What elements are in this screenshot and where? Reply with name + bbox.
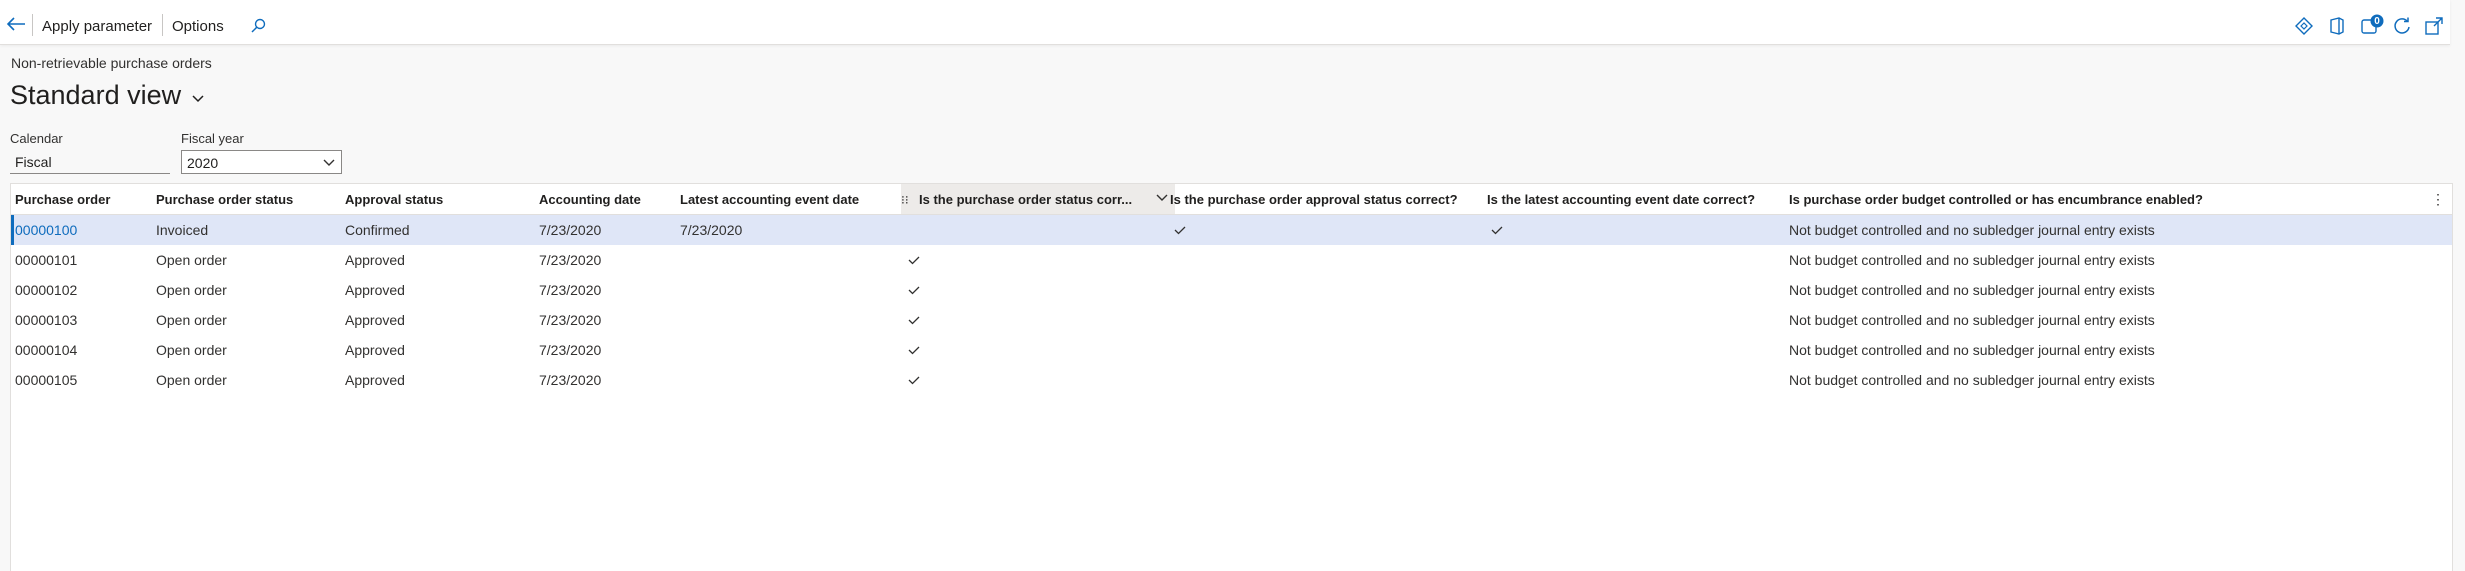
status-correct-check-icon xyxy=(908,346,920,355)
status-correct-check-icon xyxy=(908,256,920,265)
options-button[interactable]: Options xyxy=(172,0,224,44)
column-header-approval-status-correct[interactable]: Is the purchase order approval status co… xyxy=(1170,184,1458,214)
approval-status-correct-check-icon xyxy=(1174,226,1186,235)
approval-status-cell: Approved xyxy=(345,372,405,388)
purchase-order-cell[interactable]: 00000101 xyxy=(15,245,77,275)
table-row[interactable]: 00000102 Open order Approved 7/23/2020 Not b… xyxy=(11,275,2452,305)
column-header-budget-controlled[interactable]: Is purchase order budget controlled or h… xyxy=(1789,184,2203,214)
action-pane: Apply parameter Options 0 xyxy=(0,0,2450,45)
toolbar-divider xyxy=(32,14,33,36)
budget-controlled-cell: Not budget controlled and no subledger j… xyxy=(1789,282,2155,298)
approval-status-cell: Approved xyxy=(345,312,405,328)
arrow-left-icon[interactable] xyxy=(6,16,26,32)
column-header-latest-accounting-event-date[interactable]: Latest accounting event date xyxy=(680,184,859,214)
notification-count-badge: 0 xyxy=(2374,16,2380,27)
purchase-order-cell[interactable]: 00000105 xyxy=(15,365,77,395)
open-in-new-window-icon[interactable] xyxy=(2424,16,2444,36)
purchase-order-status-cell: Open order xyxy=(156,282,227,298)
fiscal-year-value: 2020 xyxy=(187,155,219,171)
office-icon[interactable] xyxy=(2329,17,2345,35)
table-row[interactable]: 00000103 Open order Approved 7/23/2020 Not b… xyxy=(11,305,2452,335)
approval-status-cell: Approved xyxy=(345,282,405,298)
diamond-icon[interactable] xyxy=(2295,17,2313,35)
column-header-purchase-order-status[interactable]: Purchase order status xyxy=(156,184,293,214)
calendar-field[interactable]: Fiscal xyxy=(10,150,170,174)
purchase-order-cell[interactable]: 00000104 xyxy=(15,335,77,365)
purchase-order-status-cell: Open order xyxy=(156,372,227,388)
fiscal-year-dropdown[interactable]: 2020 xyxy=(181,150,342,174)
status-correct-check-icon xyxy=(908,376,920,385)
approval-status-cell: Approved xyxy=(345,252,405,268)
status-correct-check-icon xyxy=(908,316,920,325)
toolbar-divider xyxy=(162,14,163,36)
chevron-down-icon xyxy=(323,159,335,166)
fiscal-year-label: Fiscal year xyxy=(181,131,244,146)
column-header-status-correct: Is the purchase order status corr... xyxy=(919,192,1133,207)
accounting-date-cell: 7/23/2020 xyxy=(539,282,602,298)
purchase-order-status-cell: Open order xyxy=(156,312,227,328)
column-header-approval-status[interactable]: Approval status xyxy=(345,184,443,214)
column-options-icon[interactable]: ⋮ xyxy=(2431,184,2445,214)
calendar-label: Calendar xyxy=(10,131,63,146)
table-row[interactable]: 00000100 Invoiced Confirmed 7/23/2020 7/23/2… xyxy=(11,215,2452,245)
budget-controlled-cell: Not budget controlled and no subledger j… xyxy=(1789,312,2155,328)
column-header-purchase-order[interactable]: Purchase order xyxy=(15,184,110,214)
budget-controlled-cell: Not budget controlled and no subledger j… xyxy=(1789,372,2155,388)
purchase-orders-grid: Purchase order Purchase order status App… xyxy=(10,183,2453,571)
purchase-order-cell[interactable]: 00000102 xyxy=(15,275,77,305)
purchase-order-status-cell: Invoiced xyxy=(156,222,209,238)
purchase-order-cell[interactable]: 00000103 xyxy=(15,305,77,335)
accounting-date-cell: 7/23/2020 xyxy=(539,222,602,238)
budget-controlled-cell: Not budget controlled and no subledger j… xyxy=(1789,342,2155,358)
table-row[interactable]: 00000104 Open order Approved 7/23/2020 Not b… xyxy=(11,335,2452,365)
purchase-order-cell[interactable]: 00000100 xyxy=(15,215,77,245)
column-drag-handle-icon[interactable]: ⁝⁝ xyxy=(901,184,909,216)
budget-controlled-cell: Not budget controlled and no subledger j… xyxy=(1789,222,2155,238)
view-title: Standard view xyxy=(10,80,182,110)
approval-status-cell: Approved xyxy=(345,342,405,358)
accounting-date-cell: 7/23/2020 xyxy=(539,252,602,268)
accounting-date-cell: 7/23/2020 xyxy=(539,312,602,328)
approval-status-cell: Confirmed xyxy=(345,222,410,238)
chevron-down-icon xyxy=(192,95,204,103)
purchase-order-status-cell: Open order xyxy=(156,342,227,358)
status-correct-check-icon xyxy=(908,286,920,295)
refresh-icon[interactable] xyxy=(2392,16,2412,36)
latest-accounting-event-date-cell: 7/23/2020 xyxy=(680,222,743,238)
column-header-status-correct-box[interactable]: ⁝⁝ Is the purchase order status corr... xyxy=(901,184,1175,214)
column-header-accounting-date[interactable]: Accounting date xyxy=(539,184,641,214)
page-caption: Non-retrievable purchase orders xyxy=(11,55,212,71)
apply-parameter-button[interactable]: Apply parameter xyxy=(42,0,152,44)
accounting-date-cell: 7/23/2020 xyxy=(539,342,602,358)
view-selector[interactable]: Standard view xyxy=(10,80,205,111)
table-row[interactable]: 00000101 Open order Approved 7/23/2020 Not b… xyxy=(11,245,2452,275)
event-date-correct-check-icon xyxy=(1491,226,1503,235)
table-row[interactable]: 00000105 Open order Approved 7/23/2020 Not b… xyxy=(11,365,2452,395)
budget-controlled-cell: Not budget controlled and no subledger j… xyxy=(1789,252,2155,268)
column-header-event-date-correct[interactable]: Is the latest accounting event date corr… xyxy=(1487,184,1755,214)
chevron-down-icon[interactable] xyxy=(1155,193,1169,203)
grid-header: Purchase order Purchase order status App… xyxy=(11,184,2452,215)
accounting-date-cell: 7/23/2020 xyxy=(539,372,602,388)
search-icon[interactable] xyxy=(250,18,266,34)
purchase-order-status-cell: Open order xyxy=(156,252,227,268)
